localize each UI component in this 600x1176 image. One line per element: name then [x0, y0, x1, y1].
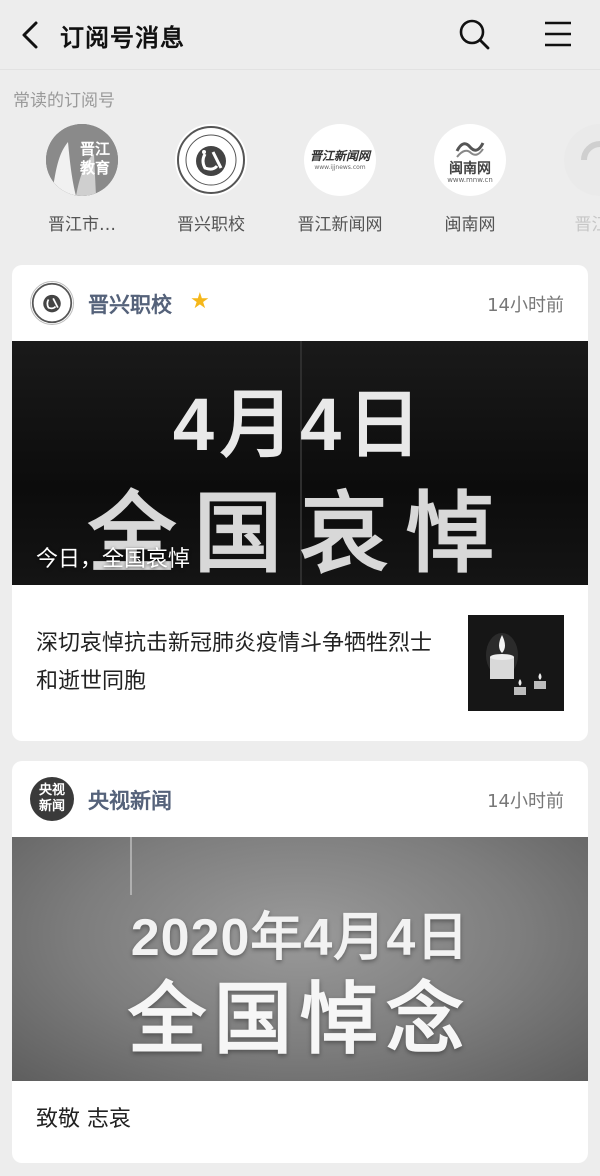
- avatar: 晋江 教育: [46, 124, 118, 196]
- logo-url: www.mnw.cn: [447, 175, 493, 184]
- avatar-text: 央视新闻: [38, 783, 65, 814]
- article-title: 致敬 志哀: [36, 1107, 131, 1132]
- minnan-logo-icon: [455, 141, 485, 158]
- timestamp: 14小时前: [487, 295, 564, 316]
- message-card: 央视新闻 央视新闻 14小时前 2020年4月4日 全国悼念 致敬 志哀: [12, 761, 588, 1163]
- logo-text: 晋江新闻网: [309, 148, 370, 163]
- avatar: [564, 124, 600, 196]
- star-icon: ★: [190, 289, 210, 314]
- chevron-left-icon[interactable]: [14, 18, 48, 52]
- frequent-subscriptions-row: 晋江 教育 晋江市… 晋兴职校 晋江新闻网 www.ijjnews.com 晋江新…: [0, 120, 600, 245]
- search-icon[interactable]: [456, 16, 492, 52]
- avatar: [30, 281, 74, 325]
- avatar: 晋江新闻网 www.ijjnews.com: [304, 124, 376, 196]
- avatar: [175, 124, 247, 196]
- top-bar: 订阅号消息: [0, 0, 600, 70]
- card-header[interactable]: 晋兴职校 ★ 14小时前: [12, 265, 588, 341]
- frequent-section-label: 常读的订阅号: [13, 91, 115, 111]
- subscription-name: 晋江电: [574, 215, 600, 235]
- logo-text: 闽南网: [448, 160, 491, 177]
- hamburger-menu-icon[interactable]: [540, 16, 576, 52]
- banner-headline: 4月4日: [172, 383, 428, 466]
- card-header[interactable]: 央视新闻 央视新闻 14小时前: [12, 761, 588, 837]
- candle-thumbnail: [468, 615, 564, 711]
- page-title: 订阅号消息: [60, 24, 185, 52]
- banner-subheadline: 全国悼念: [127, 975, 472, 1063]
- avatar: 央视新闻: [30, 777, 74, 821]
- article-title: 深切哀悼抗击新冠肺炎疫情斗争牺牲烈士和逝世同胞: [36, 631, 433, 694]
- banner-image[interactable]: 4月4日 全国哀悼 今日，全国哀悼: [12, 341, 588, 585]
- banner-caption: 今日，全国哀悼: [36, 547, 191, 572]
- article-item[interactable]: 深切哀悼抗击新冠肺炎疫情斗争牺牲烈士和逝世同胞: [12, 585, 588, 741]
- banner-image[interactable]: 2020年4月4日 全国悼念: [12, 837, 588, 1081]
- subscription-name: 晋兴职校: [177, 215, 245, 235]
- subscription-name: 晋江新闻网: [297, 215, 383, 235]
- subscription-item-jinxing-vocational[interactable]: 晋兴职校: [151, 124, 271, 235]
- subscription-item-jinjiang-news[interactable]: 晋江新闻网 www.ijjnews.com 晋江新闻网: [280, 124, 400, 235]
- article-item[interactable]: 致敬 志哀: [12, 1081, 588, 1157]
- subscription-item-minnan[interactable]: 闽南网 www.mnw.cn 闽南网: [410, 124, 530, 235]
- message-card: 晋兴职校 ★ 14小时前 4月4日 全国哀悼 今日，全国哀悼 深切哀悼抗击新冠肺…: [12, 265, 588, 741]
- avatar: 闽南网 www.mnw.cn: [434, 124, 506, 196]
- source-name: 央视新闻: [88, 789, 172, 813]
- subscription-item-jinjiang-tv[interactable]: 晋江电: [540, 124, 600, 235]
- source-name: 晋兴职校: [88, 293, 172, 317]
- timestamp: 14小时前: [487, 791, 564, 812]
- logo-url: www.ijjnews.com: [314, 163, 366, 171]
- subscription-name: 晋江市…: [48, 215, 116, 235]
- subscription-name: 闽南网: [444, 215, 496, 235]
- subscription-item-jinjiang-education[interactable]: 晋江 教育 晋江市…: [22, 124, 142, 235]
